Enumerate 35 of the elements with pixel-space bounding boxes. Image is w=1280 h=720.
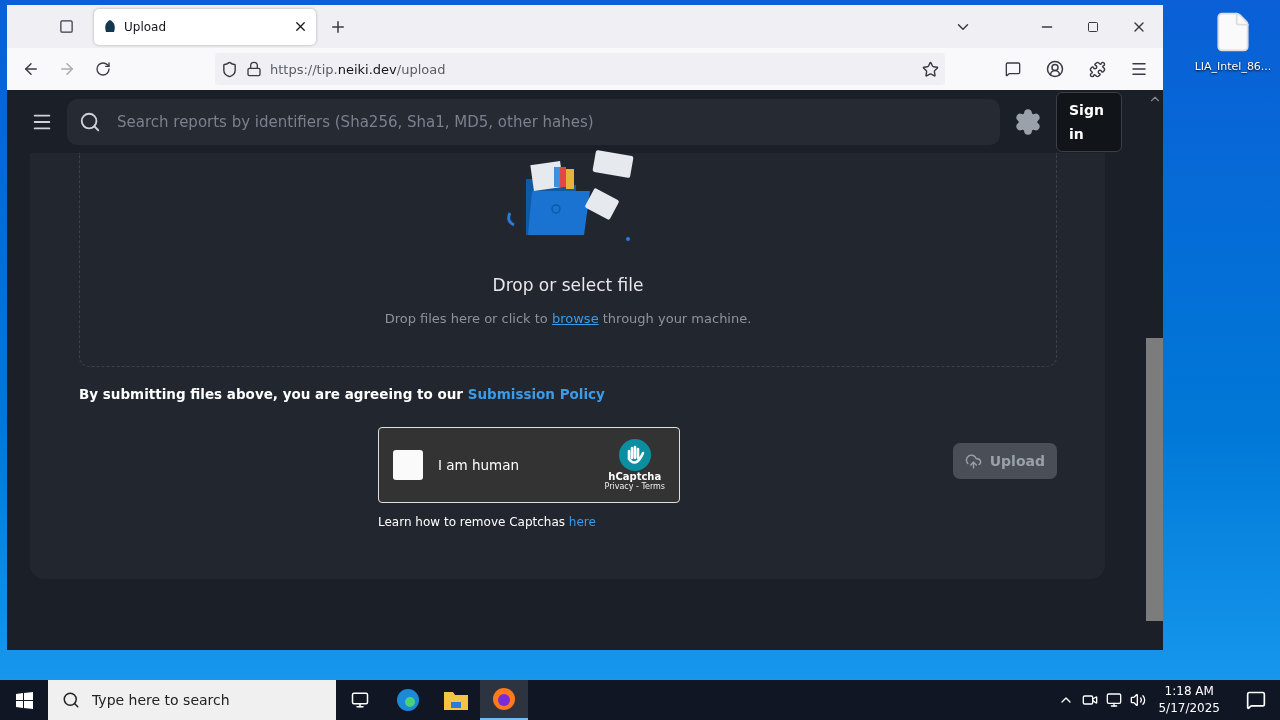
captcha-brand: hCaptcha <box>608 471 662 482</box>
browse-link[interactable]: browse <box>551 311 599 326</box>
browser-tab[interactable]: Upload <box>94 8 316 45</box>
search-field[interactable]: Search reports by identifiers (Sha256, Sha1, MD5, other hahes) <box>67 98 1000 145</box>
policy-text: By submitting files above, you are agreeing to our Submission Policy <box>79 386 606 402</box>
address-bar[interactable]: https://tip.neiki.dev/upload <box>215 53 945 85</box>
volume-icon[interactable] <box>1130 692 1147 708</box>
cloud-upload-icon <box>964 452 982 470</box>
drop-title: Drop or select file <box>492 275 644 295</box>
drop-hint: Drop files here or click to browse through your machine. <box>384 311 752 326</box>
search-icon <box>79 110 101 133</box>
here-link[interactable]: here <box>568 515 596 529</box>
site-icon <box>104 19 116 34</box>
shield-icon <box>221 60 238 78</box>
sign-in-button[interactable]: Sign in <box>1056 91 1122 152</box>
windows-icon <box>15 691 33 709</box>
captcha-help-text: Learn how to remove Captchas here <box>378 515 597 529</box>
captcha-checkbox[interactable] <box>393 450 423 480</box>
lock-icon <box>246 61 262 77</box>
bookmark-star-icon[interactable] <box>922 60 939 78</box>
captcha-links[interactable]: Privacy - Terms <box>604 482 665 491</box>
hand-logo-icon <box>618 439 651 471</box>
scroll-thumb[interactable] <box>1146 338 1163 621</box>
drop-zone[interactable]: Drop or select file Drop files here or click to browse through your machine. <box>79 153 1057 367</box>
notifications-icon[interactable] <box>1246 690 1266 710</box>
close-icon[interactable] <box>293 19 308 34</box>
network-icon[interactable] <box>1106 692 1123 708</box>
search-icon <box>62 691 80 709</box>
taskbar-search-field[interactable]: Type here to search <box>48 680 336 720</box>
captcha-label: I am human <box>438 457 521 473</box>
desktop-icon[interactable]: LIA_Intel_86... <box>1193 10 1273 650</box>
clock[interactable]: 1:18 AM 5/17/2025 <box>1158 683 1220 717</box>
camera-icon[interactable] <box>1082 692 1099 708</box>
submission-policy-link[interactable]: Submission Policy <box>467 386 605 402</box>
settings-icon[interactable] <box>1014 107 1042 136</box>
